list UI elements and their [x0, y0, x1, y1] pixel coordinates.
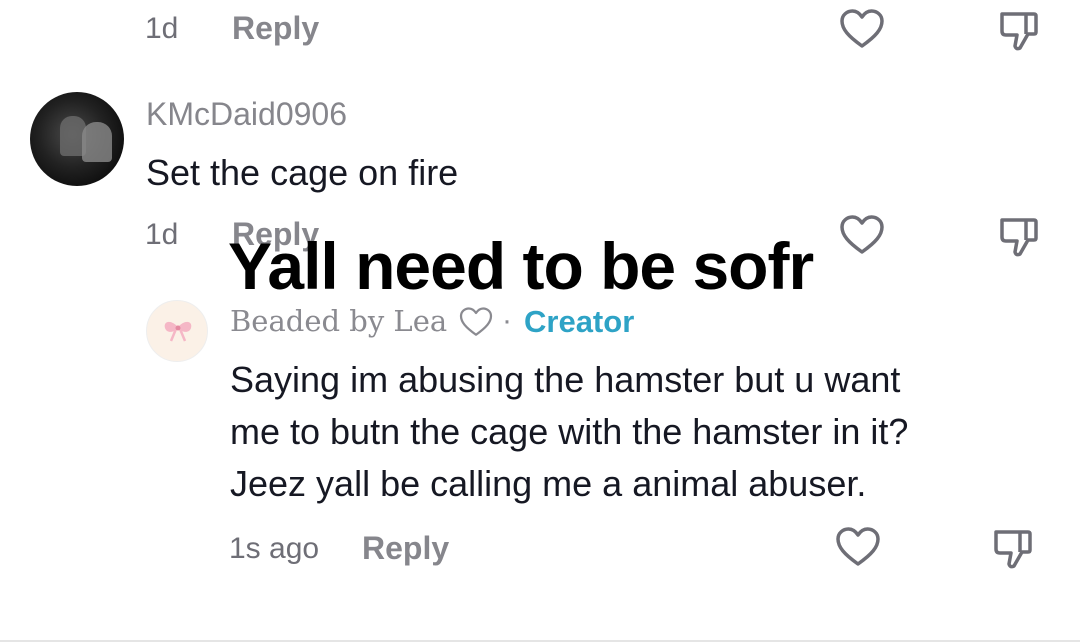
separator-dot: · [502, 304, 512, 337]
creator-badge: Creator [524, 304, 635, 339]
overlay-caption: Yall need to be sofr [228, 229, 814, 303]
comment-0-reply-button[interactable]: Reply [232, 10, 319, 47]
comment-text-line: me to butn the cage with the hamster in … [230, 411, 909, 452]
heart-outline-icon [458, 306, 494, 338]
bow-logo-icon [164, 321, 192, 342]
thumbs-down-icon[interactable] [996, 214, 1042, 258]
comment-text: Saying im abusing the hamster but u want… [230, 354, 908, 510]
comment-text: Set the cage on fire [146, 152, 459, 193]
thumbs-down-icon[interactable] [990, 526, 1036, 570]
comment-username[interactable]: KMcDaid0906 [146, 96, 347, 133]
heart-outline-icon[interactable] [834, 526, 882, 568]
comment-text-line: Jeez yall be calling me a animal abuser. [230, 463, 867, 504]
avatar[interactable] [30, 92, 124, 186]
comment-0-time: 1d [145, 12, 179, 45]
comment-1-time: 1d [145, 218, 179, 251]
heart-outline-icon[interactable] [838, 8, 886, 50]
heart-outline-icon[interactable] [838, 214, 886, 256]
comment-2-time: 1s ago [229, 532, 320, 565]
avatar[interactable] [146, 300, 208, 362]
comment-username[interactable]: Beaded by Lea [230, 304, 447, 338]
comment-2-reply-button[interactable]: Reply [362, 530, 449, 567]
comment-text-line: Saying im abusing the hamster but u want [230, 359, 901, 400]
thumbs-down-icon[interactable] [996, 8, 1042, 52]
